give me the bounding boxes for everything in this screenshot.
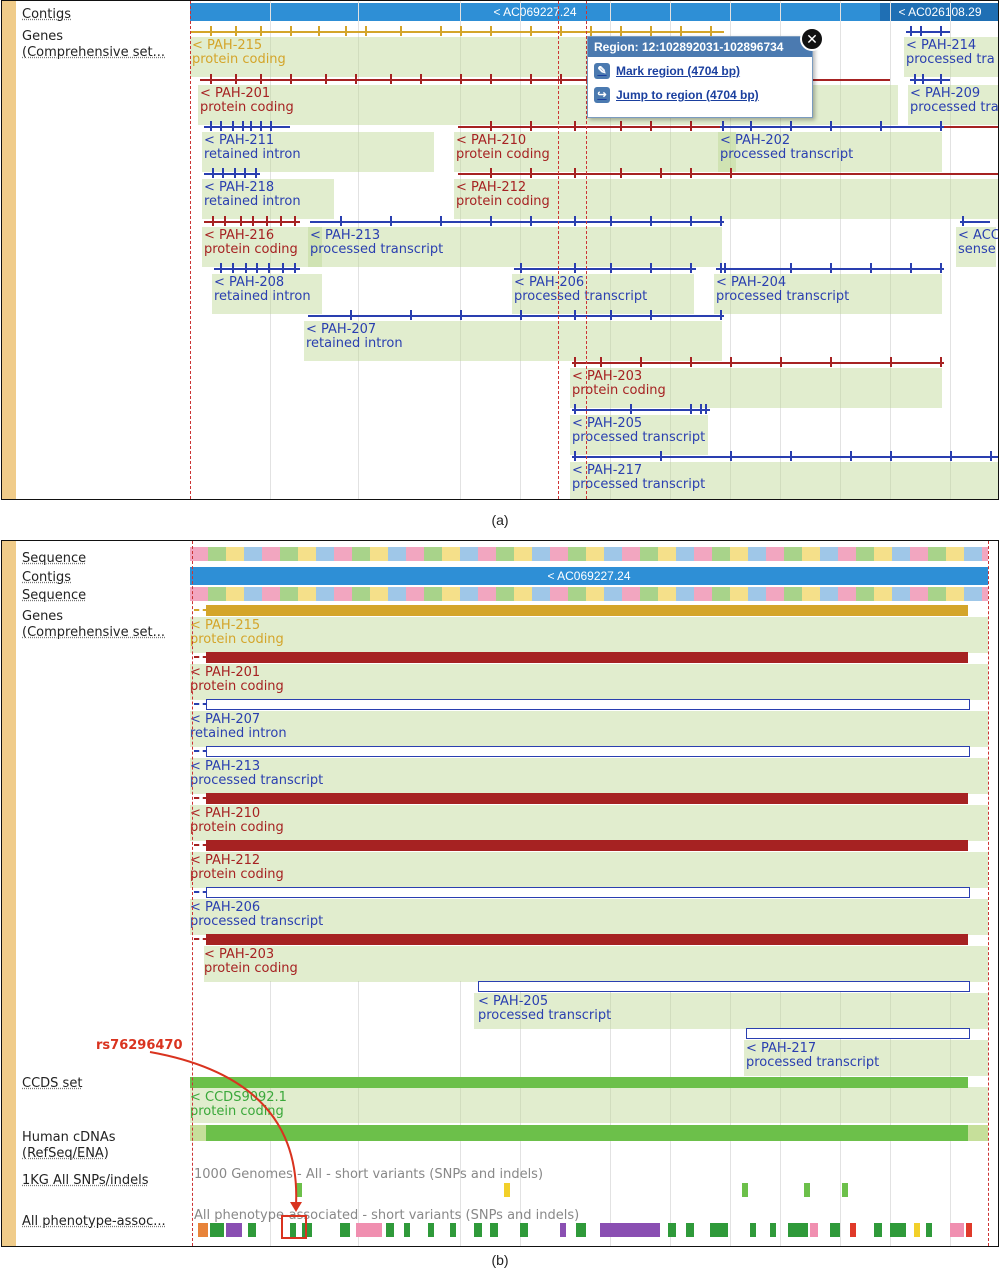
- annotation-overlay: [149, 1051, 307, 1239]
- arrow-head-icon: [290, 1202, 302, 1212]
- annotation-arrow: [149, 1051, 298, 1206]
- highlight-box: [281, 1215, 307, 1239]
